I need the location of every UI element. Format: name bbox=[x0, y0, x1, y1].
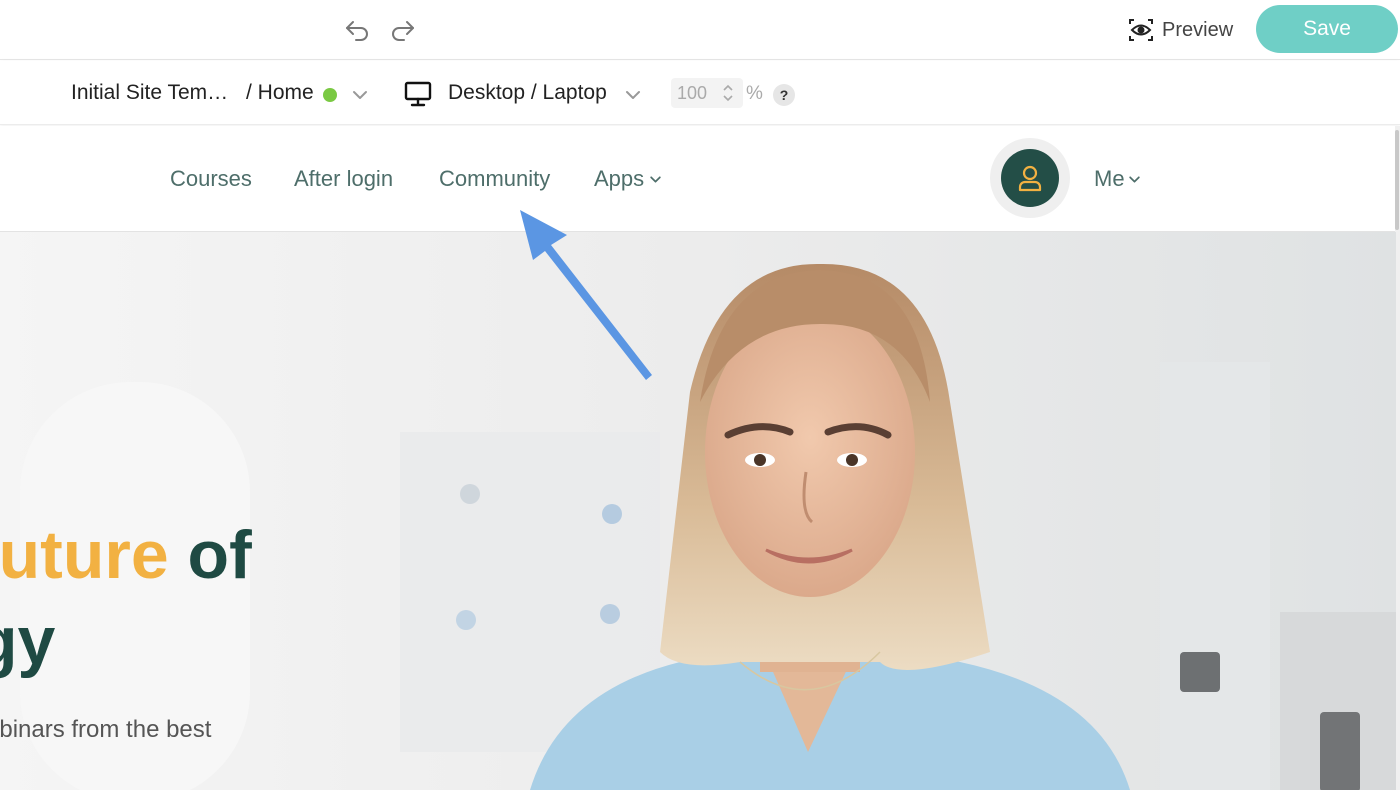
annotation-arrow-icon bbox=[520, 210, 652, 380]
monitor-icon bbox=[404, 81, 432, 107]
save-button[interactable]: Save bbox=[1256, 5, 1398, 53]
zoom-unit: % bbox=[746, 83, 763, 104]
me-chevron-down-icon[interactable] bbox=[1128, 173, 1141, 186]
hero-subtitle: ebinars from the best bbox=[0, 716, 212, 743]
hero-title-rest: of bbox=[168, 517, 252, 593]
nav-link-apps[interactable]: Apps bbox=[594, 166, 644, 192]
apps-chevron-down-icon[interactable] bbox=[649, 173, 662, 186]
chevron-down-icon[interactable] bbox=[624, 86, 642, 104]
hero-title-line2: gy bbox=[0, 603, 56, 679]
redo-icon bbox=[392, 21, 414, 41]
preview-button[interactable]: Preview bbox=[1128, 14, 1233, 46]
nav-link-courses[interactable]: Courses bbox=[170, 166, 252, 192]
site-navigation: Courses After login Community Apps Me bbox=[0, 126, 1396, 232]
nav-link-community[interactable]: Community bbox=[439, 166, 550, 192]
hero-title-accent: future bbox=[0, 517, 169, 593]
eye-icon bbox=[1129, 19, 1153, 41]
hero-photo bbox=[0, 232, 1396, 790]
page-device-bar: Initial Site Tem… / Home Desktop / Lapto… bbox=[0, 61, 1400, 125]
page-selector[interactable]: / Home bbox=[246, 81, 314, 105]
canvas-scroll-thumb[interactable] bbox=[1395, 130, 1399, 230]
page-status-dot bbox=[323, 88, 337, 102]
undo-button[interactable] bbox=[343, 16, 371, 44]
preview-label: Preview bbox=[1162, 18, 1234, 41]
avatar-ring bbox=[990, 138, 1070, 218]
account-menu-me[interactable]: Me bbox=[1094, 166, 1125, 192]
nav-link-after-login[interactable]: After login bbox=[294, 166, 393, 192]
zoom-input[interactable] bbox=[677, 82, 715, 104]
help-icon[interactable]: ? bbox=[773, 84, 795, 106]
site-name[interactable]: Initial Site Tem… bbox=[71, 81, 228, 105]
undo-icon bbox=[346, 21, 368, 41]
user-icon bbox=[1018, 165, 1042, 192]
editor-toolbar: Preview Save bbox=[0, 0, 1400, 60]
hero-title: future of gy bbox=[0, 512, 252, 684]
device-selector[interactable]: Desktop / Laptop bbox=[448, 81, 607, 105]
avatar[interactable] bbox=[1001, 149, 1059, 207]
redo-button[interactable] bbox=[389, 16, 417, 44]
spinner-arrows-icon[interactable] bbox=[723, 83, 733, 103]
zoom-stepper[interactable] bbox=[671, 78, 743, 108]
hero-section: future of gy ebinars from the best bbox=[0, 232, 1396, 790]
chevron-down-icon[interactable] bbox=[351, 86, 369, 104]
